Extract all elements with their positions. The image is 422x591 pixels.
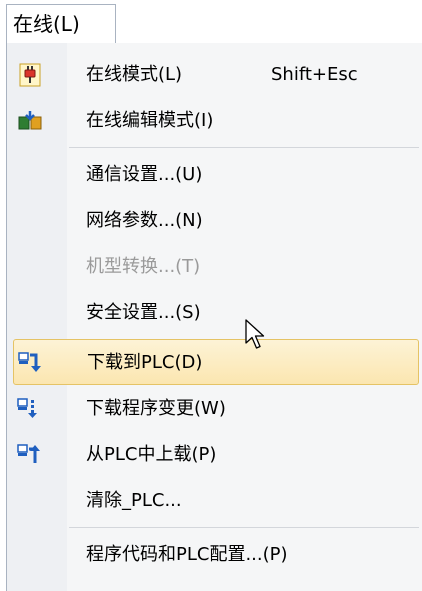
menu-item-online-edit-mode[interactable]: 在线编辑模式(I) — [7, 98, 422, 144]
menu-item-model-conversion: 机型转换...(T) — [7, 244, 422, 290]
download-to-plc-icon — [18, 351, 44, 375]
menu-item-online-mode[interactable]: 在线模式(L) Shift+Esc — [7, 52, 422, 98]
upload-from-plc-icon — [17, 443, 43, 467]
menu-separator — [69, 147, 419, 148]
online-edit-mode-icon — [17, 109, 43, 133]
online-dropdown-menu: 在线模式(L) Shift+Esc 在线编辑模式(I) 通信设置...(U) 网… — [6, 43, 422, 591]
menu-item-program-code-and-plc-config[interactable]: 程序代码和PLC配置...(P) — [7, 532, 422, 578]
menu-item-label: 通信设置...(U) — [86, 164, 203, 185]
menu-item-download-to-plc[interactable]: 下载到PLC(D) — [13, 339, 419, 385]
menu-item-shortcut: Shift+Esc — [271, 64, 358, 85]
menu-item-label: 程序代码和PLC配置...(P) — [86, 544, 288, 565]
menu-bar: 在线(L) — [0, 0, 422, 44]
menu-item-network-parameters[interactable]: 网络参数...(N) — [7, 198, 422, 244]
menu-item-label: 在线模式(L) — [86, 64, 183, 85]
download-program-changes-icon — [17, 397, 43, 421]
menu-item-label: 下载程序变更(W) — [86, 398, 226, 419]
menu-item-label: 下载到PLC(D) — [87, 352, 203, 373]
menu-item-label: 安全设置...(S) — [86, 302, 201, 323]
online-mode-plug-icon — [17, 63, 43, 87]
menu-item-label: 清除_PLC... — [86, 490, 182, 511]
menu-item-label: 从PLC中上载(P) — [86, 444, 217, 465]
menu-item-download-program-changes[interactable]: 下载程序变更(W) — [7, 386, 422, 432]
menu-item-upload-from-plc[interactable]: 从PLC中上载(P) — [7, 432, 422, 478]
menu-item-communication-settings[interactable]: 通信设置...(U) — [7, 152, 422, 198]
menu-item-clear-plc[interactable]: 清除_PLC... — [7, 478, 422, 524]
menu-online-tab-label: 在线(L) — [13, 12, 80, 36]
menu-item-label: 在线编辑模式(I) — [86, 110, 214, 131]
menu-online-tab[interactable]: 在线(L) — [6, 4, 116, 44]
menu-separator — [69, 527, 419, 528]
menu-item-label: 网络参数...(N) — [86, 210, 203, 231]
menu-item-security-settings[interactable]: 安全设置...(S) — [7, 290, 422, 336]
mouse-pointer-icon — [245, 319, 267, 351]
menu-item-label: 机型转换...(T) — [86, 256, 201, 277]
